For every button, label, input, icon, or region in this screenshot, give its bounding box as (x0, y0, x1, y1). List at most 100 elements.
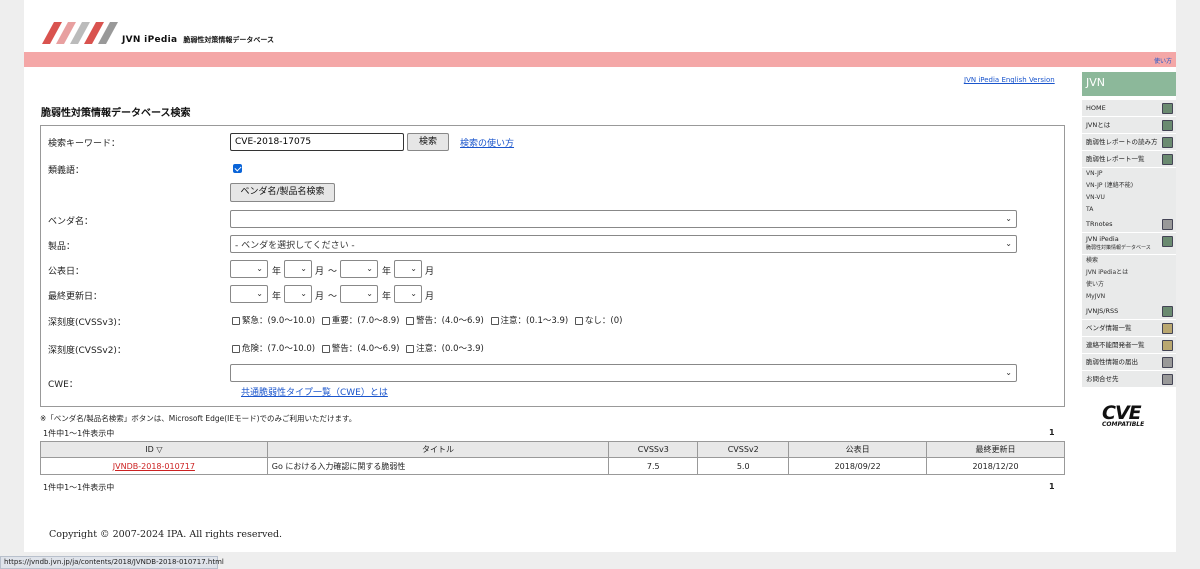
cvss3-none-checkbox[interactable] (574, 316, 583, 325)
sidebar-item-report-vuln[interactable]: 脆弱性情報の届出 (1082, 354, 1176, 371)
cvss2-medium-label: 警告：(4.0〜6.9) (331, 344, 400, 354)
sidebar-item-contact[interactable]: お問合せ先 (1082, 371, 1176, 388)
sidebar-item-label: 脆弱性レポートの読み方 (1086, 138, 1158, 146)
chevron-down-icon: ⌄ (1005, 239, 1012, 248)
sidebar-item-vendor-list[interactable]: ベンダ情報一覧 (1082, 320, 1176, 337)
updated-to-month-select[interactable]: ⌄ (394, 285, 422, 303)
synonym-label: 類義語： (48, 166, 85, 176)
cvss2-low-label: 注意：(0.0〜3.9) (416, 344, 484, 354)
search-form: 検索キーワード： 検索 検索の使い方 類義語： ベンダ名/製品名検索 ベンダ名：… (40, 125, 1065, 407)
sidebar-item-ta[interactable]: TA (1082, 204, 1176, 216)
page-number-top[interactable]: 1 (1049, 428, 1055, 437)
published-date-label: 公表日： (48, 267, 85, 277)
product-select[interactable]: - ベンダを選択してください - ⌄ (230, 235, 1017, 253)
cvss2-high-label: 危険：(7.0〜10.0) (242, 344, 316, 354)
vendor-product-search-button[interactable]: ベンダ名/製品名検索 (230, 183, 335, 202)
vuln-id-link[interactable]: JVNDB-2018-010717 (113, 462, 195, 471)
sidebar-item-label: TRnotes (1086, 220, 1113, 228)
month-unit: 月 (315, 292, 325, 302)
column-header-published: 公表日 (788, 441, 928, 458)
year-unit: 年 (272, 267, 282, 277)
sidebar-item-unreachable-developers[interactable]: 連絡不能開発者一覧 (1082, 337, 1176, 354)
english-version-link[interactable]: JVN iPedia English Version (964, 76, 1055, 84)
list-icon (1162, 154, 1173, 165)
cvss3-high-checkbox[interactable] (321, 316, 330, 325)
cvss2-high-checkbox[interactable] (232, 344, 240, 353)
report-icon (1162, 357, 1173, 368)
keyword-label: 検索キーワード： (48, 139, 121, 149)
updated-date-label: 最終更新日： (48, 292, 103, 302)
vendor-label: ベンダ名： (48, 217, 94, 227)
cvss3-options: 緊急：(9.0〜10.0) 重要：(7.0〜8.9) 警告：(4.0〜6.9) … (230, 314, 622, 326)
cwe-info-link[interactable]: 共通脆弱性タイプ一覧（CWE）とは (241, 385, 388, 398)
pin-icon (1162, 219, 1173, 230)
sidebar-item-home[interactable]: HOME (1082, 100, 1176, 117)
cvss3-medium-checkbox[interactable] (406, 316, 415, 325)
published-to-year-select[interactable]: ⌄ (340, 260, 378, 278)
sidebar-item-report-guide[interactable]: 脆弱性レポートの読み方 (1082, 134, 1176, 151)
updated-from-month-select[interactable]: ⌄ (284, 285, 312, 303)
vendor-select[interactable]: ⌄ (230, 210, 1017, 228)
cvss3-low-checkbox[interactable] (490, 316, 499, 325)
page-number-bottom[interactable]: 1 (1049, 482, 1055, 491)
result-count-bottom: 1件中1〜1件表示中 (43, 483, 115, 492)
phone-icon (1162, 374, 1173, 385)
sidebar-item-about-ipedia[interactable]: JVN iPediaとは (1082, 267, 1176, 279)
cell-updated: 2018/12/20 (926, 457, 1065, 475)
sidebar-item-about-jvn[interactable]: JVNとは (1082, 117, 1176, 134)
chevron-down-icon: ⌄ (256, 264, 263, 273)
table-header-row: ID ▽ タイトル CVSSv3 CVSSv2 公表日 最終更新日 (40, 441, 1065, 458)
sidebar-item-vn-vu[interactable]: VN-VU (1082, 192, 1176, 204)
published-from-month-select[interactable]: ⌄ (284, 260, 312, 278)
cell-id: JVNDB-2018-010717 (40, 457, 268, 475)
cve-compatible-logo[interactable]: CVE COMPATIBLE (1102, 402, 1154, 432)
chevron-down-icon: ⌄ (300, 264, 307, 273)
sidebar-header: JVN (1082, 72, 1176, 96)
search-button[interactable]: 検索 (407, 133, 449, 151)
page: JVN iPedia 脆弱性対策情報データベース 使い方 JVN iPedia E… (24, 0, 1176, 552)
sidebar-item-jvnjs-rss[interactable]: JVNJS/RSS (1082, 303, 1176, 320)
jvn-logo[interactable] (42, 16, 124, 46)
search-howto-link[interactable]: 検索の使い方 (460, 136, 514, 149)
contact-icon (1162, 340, 1173, 351)
cvss2-medium-checkbox[interactable] (321, 344, 330, 353)
table-row: JVNDB-2018-010717 Go における入力確認に関する脆弱性 7.5… (40, 457, 1065, 475)
results-table: ID ▽ タイトル CVSSv3 CVSSv2 公表日 最終更新日 JVNDB-… (40, 441, 1065, 475)
column-header-cvss2: CVSSv2 (697, 441, 790, 458)
cvss2-low-checkbox[interactable] (406, 344, 415, 353)
sidebar-item-myjvn[interactable]: MyJVN (1082, 291, 1176, 303)
usage-link[interactable]: 使い方 (1154, 56, 1172, 65)
sidebar-item-search[interactable]: 検索 (1082, 255, 1176, 267)
sidebar-item-vn-jp[interactable]: VN-JP (1082, 168, 1176, 180)
sidebar-item-jvn-ipedia[interactable]: JVN iPedia 脆弱性対策情報データベース (1082, 233, 1176, 255)
vendor-icon (1162, 323, 1173, 334)
sidebar-item-label: JVN iPedia (1086, 235, 1119, 243)
keyword-input[interactable] (230, 133, 404, 151)
column-header-id[interactable]: ID ▽ (40, 441, 268, 458)
ie-mode-note: ※「ベンダ名/製品名検索」ボタンは、Microsoft Edge(IEモード)で… (40, 414, 357, 423)
cvss3-critical-label: 緊急：(9.0〜10.0) (242, 316, 316, 326)
updated-to-year-select[interactable]: ⌄ (340, 285, 378, 303)
month-unit: 月 (425, 292, 435, 302)
cvss3-low-label: 注意：(0.1〜3.9) (500, 316, 569, 326)
home-icon (1162, 103, 1173, 114)
sidebar-item-usage[interactable]: 使い方 (1082, 279, 1176, 291)
published-from-year-select[interactable]: ⌄ (230, 260, 268, 278)
info-icon (1162, 120, 1173, 131)
sidebar-item-vn-jp-unreachable[interactable]: VN-JP (連絡不能) (1082, 180, 1176, 192)
chevron-down-icon: ⌄ (1005, 214, 1012, 223)
column-header-cvss3: CVSSv3 (608, 441, 699, 458)
cwe-label: CWE： (48, 380, 78, 390)
result-count-top: 1件中1〜1件表示中 (43, 429, 115, 438)
copyright: Copyright © 2007-2024 IPA. All rights re… (49, 529, 283, 540)
cwe-select[interactable]: ⌄ (230, 364, 1017, 382)
updated-from-year-select[interactable]: ⌄ (230, 285, 268, 303)
column-header-title: タイトル (266, 441, 610, 458)
sidebar-item-label: JVNJS/RSS (1086, 307, 1119, 315)
cvss3-critical-checkbox[interactable] (232, 316, 240, 325)
published-to-month-select[interactable]: ⌄ (394, 260, 422, 278)
synonym-checkbox[interactable] (233, 164, 242, 173)
sidebar-item-report-list[interactable]: 脆弱性レポート一覧 (1082, 151, 1176, 168)
sidebar-item-trnotes[interactable]: TRnotes (1082, 216, 1176, 233)
logo-name: JVN iPedia (122, 35, 178, 45)
